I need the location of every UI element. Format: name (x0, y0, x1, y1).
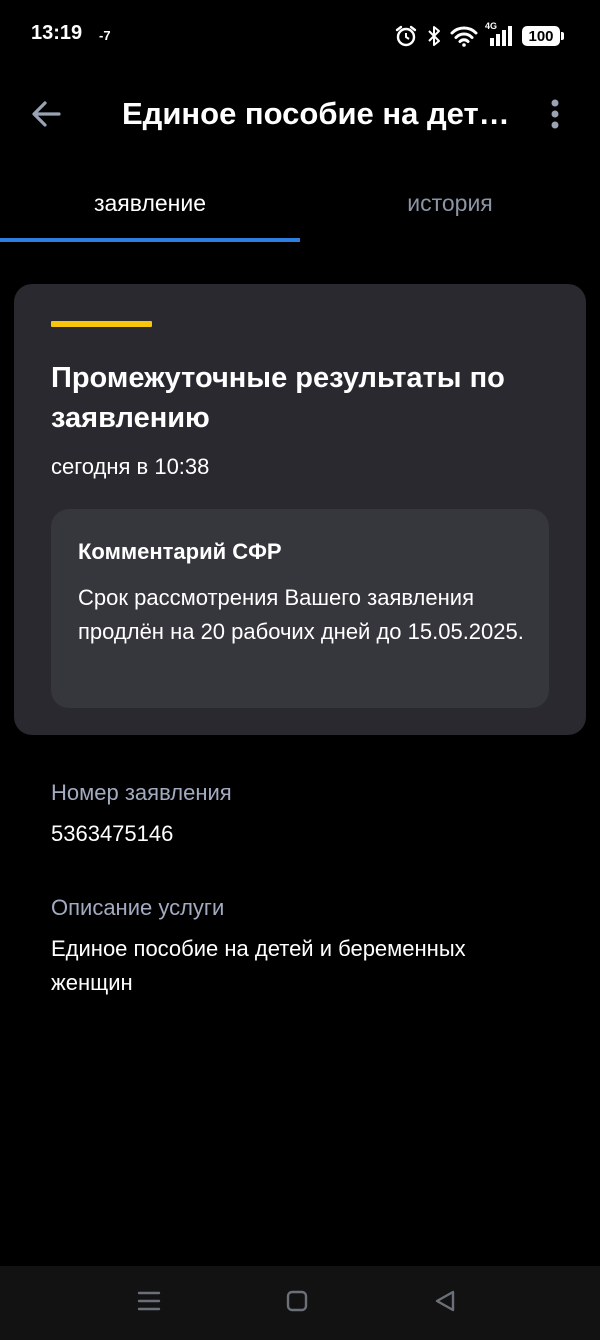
cellular-signal-icon: 4G (485, 21, 514, 48)
alarm-icon (394, 24, 418, 48)
more-options-button[interactable] (528, 94, 582, 138)
wifi-icon (450, 25, 478, 47)
application-number-label: Номер заявления (51, 780, 232, 805)
application-number-value: 5363475146 (51, 821, 174, 846)
tab-application[interactable]: заявление (0, 172, 300, 242)
comment-box: Комментарий СФР Срок рассмотрения Вашего… (51, 509, 549, 708)
back-button[interactable] (24, 94, 68, 138)
status-bar: 13:19 -7 4G 100 (0, 0, 600, 72)
app-bar: Единое пособие на дет… (0, 80, 600, 152)
status-icons: 4G 100 (394, 21, 564, 50)
page-title: Единое пособие на дет… (122, 96, 510, 131)
battery-icon: 100 (522, 26, 564, 46)
system-back-button[interactable] (430, 1288, 460, 1318)
menu-icon (137, 1290, 161, 1317)
home-button[interactable] (282, 1288, 312, 1318)
network-type: 4G (485, 21, 498, 31)
status-title: Промежуточные результаты по заявлению (51, 362, 505, 434)
bluetooth-icon (426, 24, 442, 48)
active-tab-indicator (0, 238, 300, 242)
service-description-label: Описание услуги (51, 895, 225, 920)
status-date: сегодня в 10:38 (51, 454, 210, 479)
comment-text: Срок рассмотрения Вашего заявления продл… (78, 585, 524, 644)
status-card: Промежуточные результаты по заявлению се… (14, 284, 586, 735)
status-time: 13:19 (31, 22, 83, 44)
system-nav-bar (0, 1266, 600, 1340)
status-accent-bar (51, 321, 152, 327)
recent-apps-button[interactable] (134, 1288, 164, 1318)
back-triangle-icon (433, 1289, 457, 1318)
tab-bar: заявление история (0, 172, 600, 244)
status-temperature: -7 (99, 28, 111, 43)
arrow-left-icon (31, 100, 61, 132)
tab-history[interactable]: история (300, 172, 600, 242)
home-square-icon (286, 1290, 308, 1317)
comment-title: Комментарий СФР (78, 539, 282, 564)
more-vertical-icon (550, 99, 560, 134)
service-description-value: Единое пособие на детей и беременных жен… (51, 936, 466, 995)
